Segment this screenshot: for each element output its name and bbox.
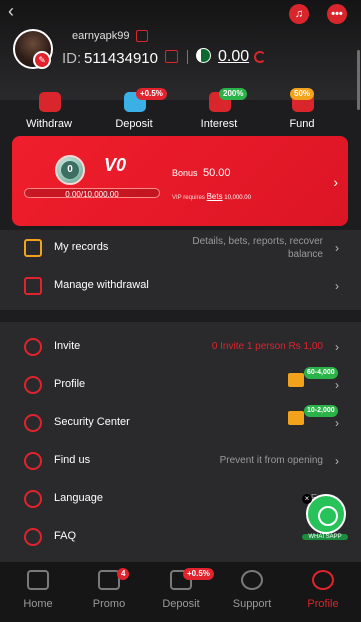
gift-icon [288,411,304,425]
security-center-label: Security Center [54,416,130,428]
interest-button[interactable]: 200% Interest [189,88,249,132]
chevron-right-icon: › [335,279,339,293]
deposit-button[interactable]: +0.5% Deposit [104,88,167,132]
manage-withdrawal-row[interactable]: Manage withdrawal › [0,268,361,306]
customer-service-icon[interactable]: ♫ [289,4,309,24]
more-icon[interactable]: ••• [327,4,347,24]
my-records-label: My records [54,241,109,253]
manage-withdrawal-label: Manage withdrawal [54,279,149,291]
deposit-label: Deposit [115,118,153,130]
gift-icon [288,373,304,387]
fund-button[interactable]: 50% Fund [272,88,332,132]
security-reward-tag: 10-2,000 [304,405,338,417]
bonus-label: Bonus [172,168,198,178]
vip-level: V0 [104,155,127,175]
profile-page: ‹ ♫ ••• ✎ earnyapk99 ID: 511434910 0.00 … [0,0,361,622]
withdrawal-card-icon [24,277,42,295]
bets-link[interactable]: Bets [207,192,223,201]
profile-header: ‹ ♫ ••• ✎ earnyapk99 ID: 511434910 0.00 [0,0,361,100]
nav-home-label: Home [23,598,53,610]
wallet-balance[interactable]: 0.00 [218,48,249,66]
vip-card[interactable]: 0 V0 0.00/10,000.00 Bonus 50.00 VIP requ… [12,136,348,226]
profile-icon [24,376,42,394]
id-label: ID: [62,50,82,67]
nav-support-label: Support [232,598,272,610]
security-center-row[interactable]: Security Center 10-2,000 › [0,405,361,443]
interest-tag: 200% [219,88,248,100]
my-records-desc-2: balance [287,249,323,260]
chevron-right-icon[interactable]: › [333,174,338,190]
chevron-right-icon: › [335,378,339,392]
whatsapp-icon [306,494,346,534]
edit-avatar-icon[interactable]: ✎ [33,51,51,69]
question-icon [24,528,42,546]
headset-icon [241,570,263,590]
fund-label: Fund [289,118,315,130]
deposit-badge: +0.5% [183,568,214,580]
quick-actions: Withdraw +0.5% Deposit 200% Interest 50%… [0,88,361,132]
withdraw-icon [39,92,61,112]
profile-label: Profile [54,378,86,390]
fund-tag: 50% [290,88,315,100]
records-section: My records Details, bets, reports, recov… [0,230,361,310]
nav-deposit[interactable]: +0.5% Deposit [151,568,214,618]
withdraw-button[interactable]: Withdraw [19,88,79,132]
records-icon [24,239,42,257]
shield-icon [24,414,42,432]
nav-home[interactable]: Home [8,568,68,618]
vip-requirement: VIP requires Bets 10,000.00 [172,192,251,201]
divider [187,50,188,64]
vip-badge-icon: 0 [55,155,85,185]
nav-support[interactable]: Support [222,568,282,618]
nav-profile[interactable]: Profile [293,568,353,618]
home-icon [27,570,49,590]
chevron-right-icon: › [335,340,339,354]
chevron-right-icon: › [335,241,339,255]
vip-progress-text: 0.00/10,000.00 [65,190,119,199]
my-records-row[interactable]: My records Details, bets, reports, recov… [0,230,361,268]
chevron-right-icon: › [335,416,339,430]
interest-label: Interest [200,118,238,130]
invite-row[interactable]: Invite 0 Invite 1 person Rs 1,00 › [0,329,361,367]
find-us-row[interactable]: Find us Prevent it from opening › [0,443,361,481]
invite-icon [24,338,42,356]
user-icon [312,570,334,590]
faq-label: FAQ [54,530,77,542]
my-records-desc-1: Details, bets, reports, recover [192,236,323,247]
deposit-bonus-tag: +0.5% [136,88,167,100]
language-label: Language [54,492,103,504]
close-icon[interactable]: × [302,494,312,504]
bottom-nav: Home 4 Promo +0.5% Deposit Support Profi… [0,562,361,622]
back-icon[interactable]: ‹ [8,2,28,22]
globe-icon [24,490,42,508]
nav-deposit-label: Deposit [162,598,200,610]
user-id: 511434910 [84,50,158,67]
withdraw-label: Withdraw [26,118,72,130]
promo-badge: 4 [117,568,130,580]
nav-promo[interactable]: 4 Promo [79,568,139,618]
pakistan-flag-icon [196,48,211,63]
profile-row[interactable]: Profile 60-4,000 › [0,367,361,405]
nav-profile-label: Profile [307,598,339,610]
chevron-right-icon: › [335,454,339,468]
copy-id-icon[interactable] [165,50,178,63]
find-us-desc: Prevent it from opening [219,455,323,466]
username: earnyapk99 [72,30,130,42]
scrollbar[interactable] [357,50,360,110]
search-icon [24,452,42,470]
find-us-label: Find us [54,454,91,466]
whatsapp-label: WHATSAPP [302,534,348,540]
profile-reward-tag: 60-4,000 [304,367,338,379]
edit-username-icon[interactable] [136,30,148,42]
whatsapp-button[interactable]: × WHATSAPP [302,494,348,546]
invite-label: Invite [54,340,81,352]
invite-desc: 0 Invite 1 person Rs 1,00 [211,341,323,352]
refresh-balance-icon[interactable] [254,51,266,63]
nav-promo-label: Promo [92,598,126,610]
bonus-value: 50.00 [203,167,231,179]
